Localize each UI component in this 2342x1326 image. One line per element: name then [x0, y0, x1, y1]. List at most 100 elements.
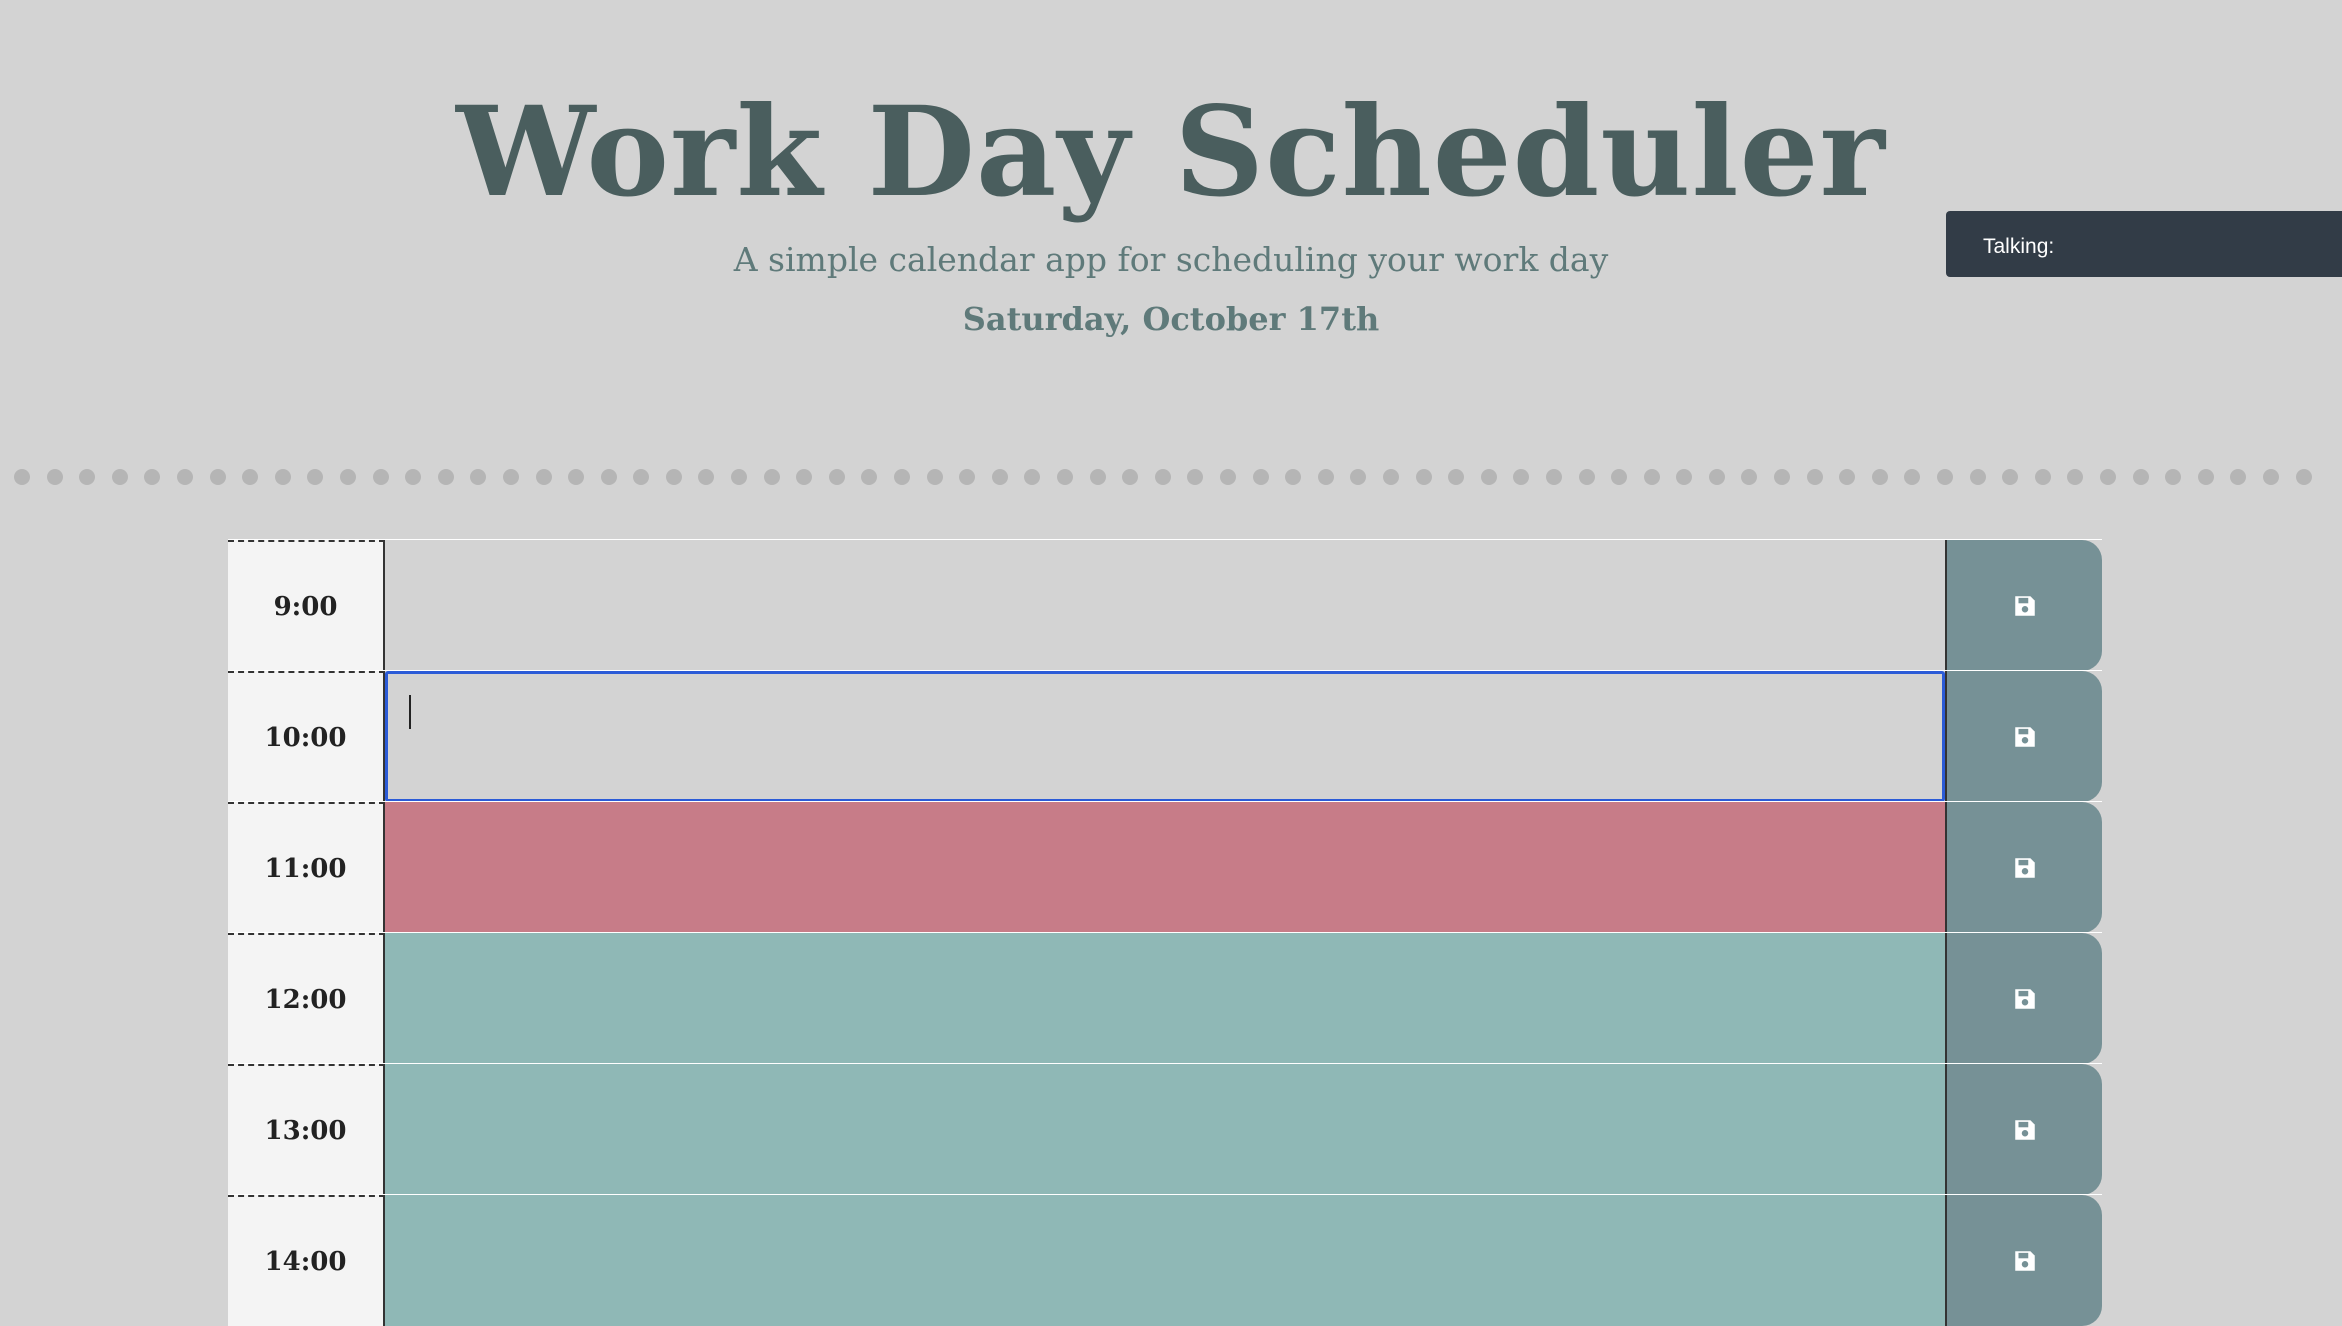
divider-dot [307, 469, 324, 485]
save-button[interactable] [1945, 1064, 2102, 1195]
divider-dot [568, 469, 585, 485]
hour-label: 11:00 [228, 802, 385, 933]
divider-dot [2034, 469, 2051, 485]
divider-dot [1578, 469, 1595, 485]
time-block-row: 9:00 [228, 539, 2102, 671]
divider-dot [1415, 469, 1432, 485]
event-description-input[interactable] [385, 1195, 1945, 1326]
talking-label: Talking: [1983, 235, 2055, 258]
divider-dot [796, 469, 813, 485]
divider-dot [600, 469, 617, 485]
save-button[interactable] [1945, 1195, 2102, 1326]
text-caret [409, 695, 411, 729]
divider-dot [2067, 469, 2084, 485]
divider-dot [2100, 469, 2116, 485]
floppy-disk-icon [2012, 593, 2038, 619]
floppy-disk-icon [2012, 855, 2038, 881]
divider-dot [2295, 469, 2312, 485]
divider-dot [763, 469, 780, 485]
divider-dot [1219, 469, 1236, 485]
divider-dot [372, 469, 389, 485]
divider-dot [991, 469, 1008, 485]
divider-dot [111, 469, 128, 485]
save-button[interactable] [1945, 802, 2102, 933]
divider-dot [1676, 469, 1693, 485]
divider-dot [405, 469, 422, 485]
divider-dot [1057, 469, 1073, 485]
time-block-row: 12:00 [228, 932, 2102, 1064]
divider-dot [2197, 469, 2214, 485]
divider-dot [1448, 469, 1465, 485]
divider-dot [242, 469, 259, 485]
current-date: Saturday, October 17th [962, 300, 1380, 338]
divider-dot [1187, 469, 1204, 485]
hour-label: 12:00 [228, 933, 385, 1064]
divider-dot [731, 469, 748, 485]
divider-dot [1285, 469, 1302, 485]
divider-dot [2262, 469, 2279, 485]
divider-dot [1122, 469, 1139, 485]
divider-dot [633, 469, 650, 485]
divider-dot [828, 469, 845, 485]
divider-dot [2165, 469, 2182, 485]
divider-dot [894, 469, 911, 485]
divider-dot [339, 469, 356, 485]
divider-dot [1350, 469, 1367, 485]
event-description-input[interactable] [385, 671, 1945, 802]
divider-dot [1774, 469, 1791, 485]
floppy-disk-icon [2012, 986, 2038, 1012]
divider-dot [1252, 469, 1269, 485]
hour-label: 13:00 [228, 1064, 385, 1195]
divider-dot [1480, 469, 1497, 485]
divider-dot [2002, 469, 2019, 485]
divider-dot [1611, 469, 1628, 485]
dotted-divider [14, 469, 2342, 485]
time-block-row: 11:00 [228, 801, 2102, 933]
divider-dot [2132, 469, 2149, 485]
divider-dot [14, 469, 30, 485]
divider-dot [698, 469, 715, 485]
talking-panel: Talking: [1946, 211, 2342, 277]
divider-dot [1937, 469, 1954, 485]
divider-dot [1806, 469, 1823, 485]
save-button[interactable] [1945, 671, 2102, 802]
divider-dot [2230, 469, 2247, 485]
save-button[interactable] [1945, 540, 2102, 671]
event-description-input[interactable] [385, 802, 1945, 933]
divider-dot [1317, 469, 1334, 485]
divider-dot [959, 469, 976, 485]
divider-dot [1024, 469, 1041, 485]
time-block-row: 10:00 [228, 670, 2102, 802]
divider-dot [1871, 469, 1888, 485]
divider-dot [1969, 469, 1986, 485]
divider-dot [1643, 469, 1660, 485]
event-description-input[interactable] [385, 933, 1945, 1064]
divider-dot [1904, 469, 1921, 485]
hour-label: 14:00 [228, 1195, 385, 1326]
event-description-input[interactable] [385, 540, 1945, 671]
divider-dot [1382, 469, 1399, 485]
divider-dot [470, 469, 487, 485]
floppy-disk-icon [2012, 1117, 2038, 1143]
divider-dot [79, 469, 96, 485]
divider-dot [1839, 469, 1856, 485]
event-description-input[interactable] [385, 1064, 1945, 1195]
page-title: Work Day Scheduler [456, 80, 1886, 225]
time-block-container: 9:00 10:00 11:00 12:00 13:00 14:00 [228, 539, 2102, 1326]
divider-dot [502, 469, 519, 485]
divider-dot [1708, 469, 1725, 485]
divider-dot [176, 469, 193, 485]
divider-dot [665, 469, 682, 485]
hour-label: 10:00 [228, 671, 385, 802]
divider-dot [274, 469, 291, 485]
divider-dot [1154, 469, 1171, 485]
hour-label: 9:00 [228, 540, 385, 671]
divider-dot [46, 469, 63, 485]
divider-dot [535, 469, 552, 485]
divider-dot [144, 469, 161, 485]
divider-dot [1513, 469, 1530, 485]
divider-dot [209, 469, 226, 485]
floppy-disk-icon [2012, 724, 2038, 750]
save-button[interactable] [1945, 933, 2102, 1064]
divider-dot [437, 469, 454, 485]
